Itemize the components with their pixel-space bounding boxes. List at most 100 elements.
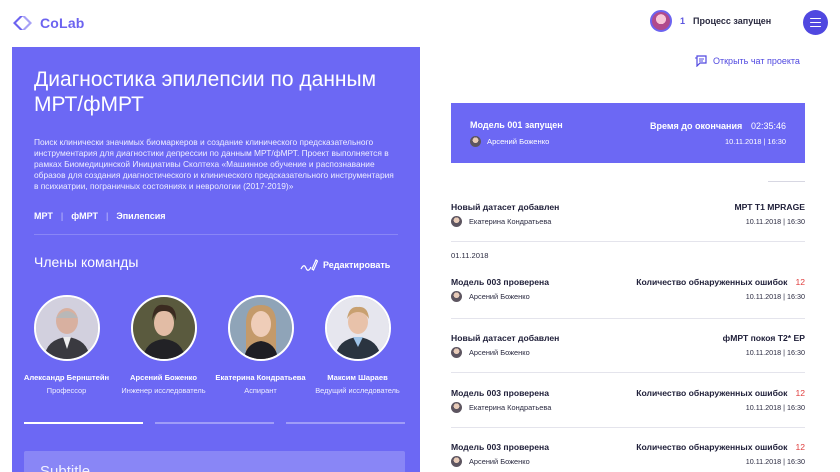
error-count: 12 bbox=[795, 388, 805, 398]
error-count: 12 bbox=[795, 277, 805, 287]
member-card[interactable]: Александр Бернштейн Профессор bbox=[18, 295, 115, 395]
process-label: Процесс запущен bbox=[693, 16, 772, 26]
member-card[interactable]: Арсений Боженко Инженер исследователь bbox=[115, 295, 212, 395]
member-name: Максим Шараев bbox=[327, 373, 388, 382]
member-role: Профессор bbox=[46, 386, 87, 395]
avatar bbox=[451, 456, 462, 467]
chat-label: Открыть чат проекта bbox=[713, 56, 800, 66]
tag[interactable]: фМРТ bbox=[71, 211, 98, 221]
logo-text: CoLab bbox=[40, 15, 85, 31]
running-model-card[interactable]: Модель 001 запущен Арсений Боженко Время… bbox=[451, 103, 805, 163]
avatar bbox=[324, 295, 391, 361]
running-user: Арсений Боженко bbox=[470, 136, 549, 147]
hamburger-menu-icon-line bbox=[810, 25, 821, 28]
feed-date: 10.11.2018 | 16:30 bbox=[745, 292, 805, 301]
project-title: Диагностика эпилепсии по данным МРТ/фМРТ bbox=[34, 68, 377, 116]
hamburger-menu-icon bbox=[810, 17, 821, 20]
menu-button[interactable] bbox=[803, 10, 828, 35]
member-card[interactable]: Екатерина Кондратьева Аспирант bbox=[212, 295, 309, 395]
feed-date: 10.11.2018 | 16:30 bbox=[745, 348, 805, 357]
avatar bbox=[470, 136, 481, 147]
pagination-segment[interactable] bbox=[286, 422, 405, 424]
avatar bbox=[451, 291, 462, 302]
running-user-name: Арсений Боженко bbox=[487, 137, 550, 146]
edit-label: Редактировать bbox=[323, 260, 391, 270]
feed-user: Арсений Боженко bbox=[451, 456, 530, 467]
time-remaining-value: 02:35:46 bbox=[750, 121, 786, 131]
pagination-segment[interactable] bbox=[155, 422, 274, 424]
feed-detail: фМРТ покоя T2* EP bbox=[723, 333, 805, 343]
feed-item[interactable]: Модель 003 проверена Екатерина Кондратье… bbox=[451, 388, 805, 428]
avatar bbox=[227, 295, 294, 361]
feed-detail-text: МРТ T1 MPRAGE bbox=[734, 202, 805, 212]
feed-user-name: Екатерина Кондратьева bbox=[469, 403, 552, 412]
feed-date: 10.11.2018 | 16:30 bbox=[745, 457, 805, 466]
divider bbox=[768, 181, 805, 182]
chat-icon bbox=[695, 55, 707, 67]
avatar bbox=[130, 295, 197, 361]
feed-item[interactable]: Новый датасет добавлен Екатерина Кондрат… bbox=[451, 202, 805, 242]
feed-user: Екатерина Кондратьева bbox=[451, 402, 551, 413]
running-date: 10.11.2018 | 16:30 bbox=[725, 137, 786, 146]
divider bbox=[451, 427, 805, 428]
feed-user: Екатерина Кондратьева bbox=[451, 216, 551, 227]
feed-event: Модель 003 проверена bbox=[451, 277, 550, 287]
member-name: Екатерина Кондратьева bbox=[215, 373, 306, 382]
member-card[interactable]: Максим Шараев Ведущий исследователь bbox=[309, 295, 406, 395]
feed-detail: МРТ T1 MPRAGE bbox=[734, 202, 805, 212]
process-status[interactable]: 1 Процесс запущен bbox=[650, 10, 771, 32]
feed-detail-text: фМРТ покоя T2* EP bbox=[722, 333, 805, 343]
project-panel: Диагностика эпилепсии по данным МРТ/фМРТ… bbox=[12, 47, 420, 472]
project-description: Поиск клинически значимых биомаркеров и … bbox=[34, 137, 394, 191]
tag[interactable]: МРТ bbox=[34, 211, 53, 221]
edit-pen-icon bbox=[300, 259, 318, 271]
feed-user-name: Арсений Боженко bbox=[469, 348, 530, 357]
member-role: Инженер исследователь bbox=[121, 386, 206, 395]
feed-date: 10.11.2018 | 16:30 bbox=[745, 217, 805, 226]
colab-logo[interactable]: CoLab bbox=[12, 15, 85, 31]
feed-detail-text: Количество обнаруженных ошибок bbox=[636, 388, 788, 398]
member-pagination bbox=[24, 422, 405, 424]
feed-detail-text: Количество обнаруженных ошибок bbox=[636, 442, 788, 452]
divider bbox=[451, 372, 805, 373]
divider bbox=[451, 241, 805, 242]
hamburger-menu-icon-line bbox=[810, 21, 821, 24]
feed-user: Арсений Боженко bbox=[451, 347, 530, 358]
colab-logo-icon bbox=[13, 16, 32, 30]
tag[interactable]: Эпилепсия bbox=[116, 211, 165, 221]
member-role: Ведущий исследователь bbox=[315, 386, 400, 395]
avatar bbox=[33, 295, 100, 361]
member-name: Арсений Боженко bbox=[129, 373, 198, 382]
feed-item[interactable]: Модель 003 проверена Арсений Боженко Кол… bbox=[451, 442, 805, 472]
team-title: Члены команды bbox=[34, 254, 139, 270]
project-tags: МРТ | фМРТ | Эпилепсия bbox=[34, 211, 166, 221]
feed-event: Модель 003 проверена bbox=[451, 442, 550, 452]
feed-detail: Количество обнаруженных ошибок 12 bbox=[636, 442, 805, 452]
pagination-segment-active[interactable] bbox=[24, 422, 143, 424]
feed-event: Новый датасет добавлен bbox=[451, 333, 560, 343]
time-remaining-label: Время до окончания bbox=[650, 121, 743, 131]
feed-event: Новый датасет добавлен bbox=[451, 202, 560, 212]
divider bbox=[451, 318, 805, 319]
divider bbox=[34, 234, 398, 235]
process-count: 1 bbox=[680, 16, 686, 26]
feed-user-name: Арсений Боженко bbox=[469, 292, 530, 301]
tag-separator: | bbox=[60, 211, 64, 221]
feed-event: Модель 003 проверена bbox=[451, 388, 550, 398]
feed-date: 10.11.2018 | 16:30 bbox=[745, 403, 805, 412]
subtitle-card: Subtitle bbox=[24, 451, 405, 472]
feed-detail: Количество обнаруженных ошибок 12 bbox=[636, 388, 805, 398]
feed-user: Арсений Боженко bbox=[451, 291, 530, 302]
member-role: Аспирант bbox=[244, 386, 277, 395]
feed-item[interactable]: Модель 003 проверена Арсений Боженко Кол… bbox=[451, 277, 805, 317]
open-chat-link[interactable]: Открыть чат проекта bbox=[694, 55, 800, 67]
process-avatar bbox=[650, 10, 672, 32]
member-name: Александр Бернштейн bbox=[23, 373, 110, 382]
avatar bbox=[451, 216, 462, 227]
date-heading: 01.11.2018 bbox=[451, 251, 489, 260]
feed-item[interactable]: Новый датасет добавлен Арсений Боженко ф… bbox=[451, 333, 805, 373]
avatar bbox=[451, 347, 462, 358]
team-members: Александр Бернштейн Профессор Арсений Бо… bbox=[18, 295, 406, 395]
edit-team-button[interactable]: Редактировать bbox=[300, 259, 390, 271]
feed-detail: Количество обнаруженных ошибок 12 bbox=[636, 277, 805, 287]
